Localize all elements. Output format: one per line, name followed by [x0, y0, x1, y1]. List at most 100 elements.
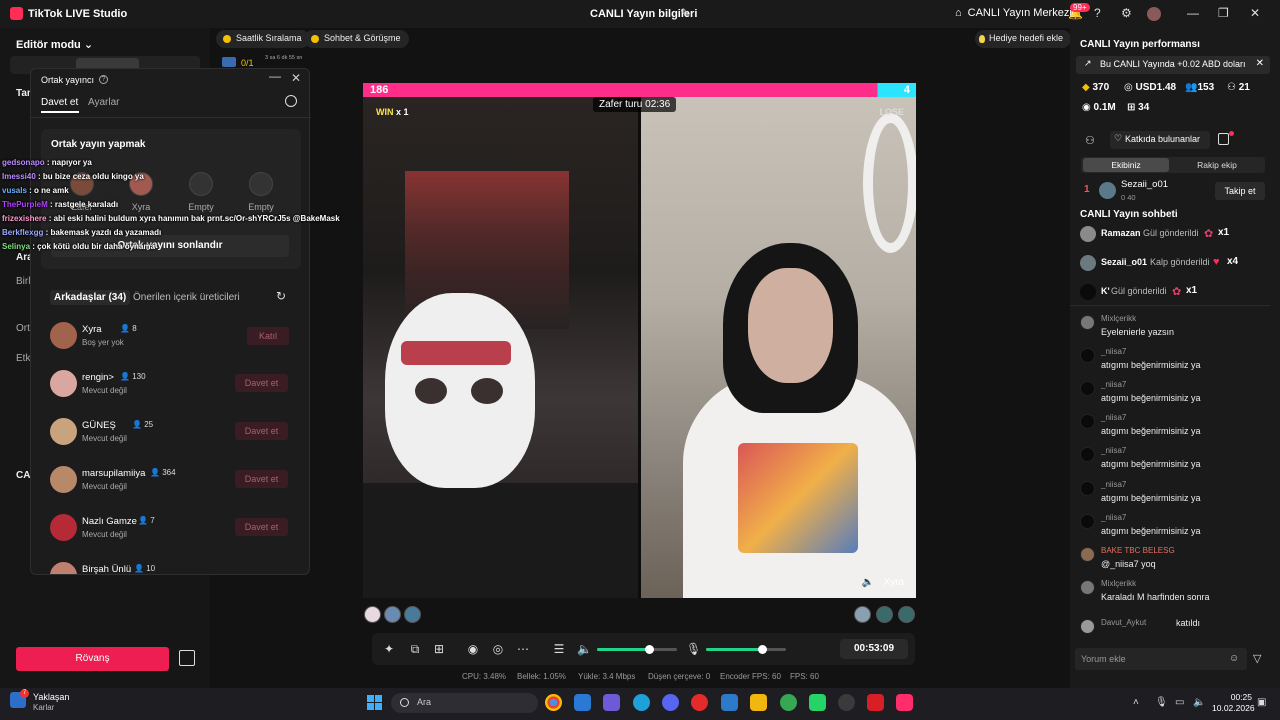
help-icon[interactable]: ?	[99, 75, 108, 84]
speaker-icon[interactable]: 🔈	[577, 642, 592, 656]
microphone-icon[interactable]: 🎙	[686, 642, 701, 656]
invite-button[interactable]: Davet et	[235, 518, 288, 536]
chat-call-chip[interactable]: Sohbet & Görüşme	[304, 30, 409, 48]
discord-icon[interactable]	[662, 694, 679, 711]
avatar[interactable]	[384, 606, 401, 623]
tab-friends[interactable]: Arkadaşlar (34)	[50, 290, 131, 305]
avatar[interactable]	[854, 606, 871, 623]
invite-button[interactable]: Davet et	[235, 374, 288, 392]
avatar[interactable]	[876, 606, 893, 623]
mic-volume-knob[interactable]	[758, 645, 767, 654]
performance-title: CANLI Yayın performansı	[1080, 39, 1200, 50]
app-icon[interactable]	[838, 694, 855, 711]
close-icon[interactable]: ✕	[1256, 58, 1264, 69]
comment-input[interactable]: Yorum ekle	[1075, 648, 1247, 670]
minimize-icon[interactable]: —	[269, 69, 281, 83]
magic-wand-icon[interactable]: ✦	[382, 642, 396, 656]
store-icon[interactable]	[574, 694, 591, 711]
mask-eye	[471, 378, 503, 404]
chat-user: _niisa7	[1101, 347, 1127, 356]
hourly-ranking-chip[interactable]: Saatlik Sıralama	[216, 30, 310, 48]
gifters-stat: ⊞ 34	[1127, 102, 1149, 113]
chrome-alt-icon[interactable]	[780, 694, 797, 711]
close-icon[interactable]: ✕	[291, 71, 301, 85]
avatar[interactable]	[404, 606, 421, 623]
overlay-chat-text: : rastgele karaladı	[47, 200, 119, 209]
help-icon[interactable]: ?	[1094, 6, 1101, 20]
diamonds-value: 370	[1092, 82, 1110, 93]
contributors-button[interactable]: ♡ Katkıda bulunanlar	[1110, 131, 1210, 149]
avatar[interactable]	[364, 606, 381, 623]
edit-icon[interactable]: ✎	[680, 6, 690, 20]
chevron-up-icon[interactable]: ˄	[1133, 697, 1139, 708]
gift-action: Gül gönderildi	[1143, 228, 1199, 238]
more-icon[interactable]: ⋯	[516, 642, 530, 656]
join-button[interactable]: Katıl	[247, 327, 289, 345]
speaker-volume-knob[interactable]	[645, 645, 654, 654]
close-window-icon[interactable]: ✕	[1250, 6, 1260, 20]
rematch-button[interactable]: Rövanş	[16, 647, 169, 671]
friend-row: Birşah Ünlü 👤 10	[50, 562, 300, 574]
avatar	[1080, 580, 1095, 595]
clock-date: 10.02.2026	[1212, 703, 1255, 713]
opera-icon[interactable]	[691, 694, 708, 711]
add-source-icon[interactable]: ⊞	[432, 642, 446, 656]
avatar	[1080, 547, 1095, 562]
chrome-icon[interactable]	[545, 694, 562, 711]
microphone-icon[interactable]: 🎙	[1155, 697, 1168, 708]
target-icon[interactable]: ◎	[491, 642, 505, 656]
tab-settings[interactable]: Ayarlar	[88, 97, 120, 108]
tab-invite[interactable]: Davet et	[41, 97, 78, 108]
speaker-icon[interactable]: 🔈	[862, 577, 874, 588]
tab-suggested[interactable]: Önerilen içerik üreticileri	[133, 292, 240, 303]
list-icon[interactable]	[1218, 133, 1229, 145]
right-panel	[1070, 28, 1280, 688]
live-center-link[interactable]: ⌂ CANLI Yayın Merkezi	[955, 7, 1072, 19]
cohost-slot[interactable]: Empty	[231, 172, 291, 212]
invite-button[interactable]: Davet et	[235, 470, 288, 488]
friend-row: rengin> 👤 130 Mevcut değil Davet et	[50, 370, 300, 404]
exit-icon[interactable]	[179, 650, 195, 666]
user-settings-icon[interactable]: ⚇	[1085, 134, 1095, 147]
invite-button[interactable]: Davet et	[235, 422, 288, 440]
teams-icon[interactable]	[603, 694, 620, 711]
search-placeholder: Ara	[417, 697, 432, 707]
gifters-value: 34	[1138, 102, 1150, 113]
viewers-icon: 👥	[1185, 82, 1198, 93]
volume-icon[interactable]: 🔈	[1193, 697, 1205, 708]
notifications-icon[interactable]: ▣	[1257, 697, 1266, 708]
maximize-window-icon[interactable]: ❐	[1218, 6, 1229, 20]
folder-icon[interactable]	[750, 694, 767, 711]
refresh-icon[interactable]: ↻	[276, 289, 286, 303]
emoji-icon[interactable]: ☺	[1229, 653, 1239, 664]
filter-icon[interactable]: ▽	[1253, 652, 1261, 665]
avatar	[1080, 414, 1095, 429]
chat-user: Davut_Aykut	[1101, 618, 1147, 627]
avatar[interactable]	[898, 606, 915, 623]
youtube-icon[interactable]	[867, 694, 884, 711]
overlay-chat-line: ThePurpleM : rastgele karaladı	[2, 200, 118, 209]
whatsapp-icon[interactable]	[809, 694, 826, 711]
add-gift-goal-button[interactable]: Hediye hedefi ekle	[975, 30, 1072, 48]
network-icon[interactable]: ▭	[1175, 697, 1184, 708]
edit-mode-dropdown[interactable]: Editör modu ⌄	[16, 38, 93, 51]
taskbar-clock[interactable]: 00:25 10.02.2026	[1212, 692, 1255, 714]
follow-button[interactable]: Takip et	[1215, 182, 1265, 200]
divider	[1070, 305, 1270, 306]
taskbar-search[interactable]: Ara	[391, 693, 538, 713]
tiktok-studio-icon[interactable]	[896, 694, 913, 711]
cohost-slot[interactable]: Empty	[171, 172, 231, 212]
settings-sliders-icon[interactable]: ☰	[552, 642, 566, 656]
search-icon[interactable]	[285, 95, 297, 107]
tab-rival-team[interactable]: Rakip ekip	[1172, 158, 1262, 172]
tab-your-team[interactable]: Ekibiniz	[1083, 158, 1169, 172]
mail-icon[interactable]	[721, 694, 738, 711]
layers-icon[interactable]: ⧉	[408, 642, 422, 656]
profile-avatar[interactable]	[1147, 7, 1161, 21]
friend-name: Xyra	[82, 324, 102, 335]
windows-start-icon[interactable]	[367, 695, 382, 710]
minimize-window-icon[interactable]: —	[1187, 6, 1199, 20]
record-icon[interactable]: ◉	[466, 642, 480, 656]
edge-icon[interactable]	[633, 694, 650, 711]
gear-icon[interactable]: ⚙	[1121, 6, 1132, 20]
